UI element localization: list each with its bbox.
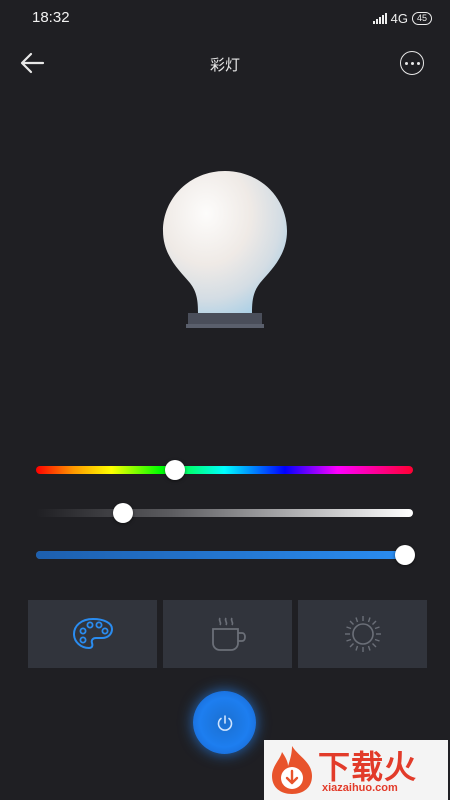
status-time: 18:32 [32,9,70,26]
brightness-fill [36,551,406,559]
power-icon [217,714,232,731]
color-mode-button[interactable] [28,600,157,668]
hue-thumb[interactable] [165,460,186,480]
palette-icon [72,617,113,650]
sun-mode-button[interactable] [298,600,427,668]
saturation-track[interactable] [36,509,413,517]
signal-icon [372,12,387,24]
page-title: 彩灯 [209,56,240,74]
hue-slider[interactable] [36,459,413,481]
saturation-thumb[interactable] [112,503,133,523]
hue-track[interactable] [36,466,413,474]
more-dot [410,61,414,65]
more-dot [416,61,420,65]
coffee-cup-icon [211,617,246,651]
brightness-thumb[interactable] [395,545,416,565]
status-indicators: 4G 45 [372,10,432,26]
light-bulb-icon [163,171,287,328]
brightness-slider[interactable] [36,544,416,566]
watermark-url: xiazaihuo.com [322,782,398,794]
more-button[interactable] [400,51,424,75]
app-bar: 彩灯 [0,40,450,86]
brightness-track[interactable] [36,551,413,559]
more-horizontal-icon [404,61,408,65]
watermark: 下载火 xiazaihuo.com [264,740,448,800]
coffee-mode-button[interactable] [163,600,292,668]
power-button[interactable] [193,691,256,754]
network-type: 4G [390,10,408,26]
saturation-slider[interactable] [36,502,413,524]
flame-logo-icon [272,746,312,794]
sun-icon [344,616,381,652]
status-bar: 18:32 4G 45 [0,0,450,36]
mode-selector [28,600,428,668]
battery-level: 45 [411,11,432,25]
